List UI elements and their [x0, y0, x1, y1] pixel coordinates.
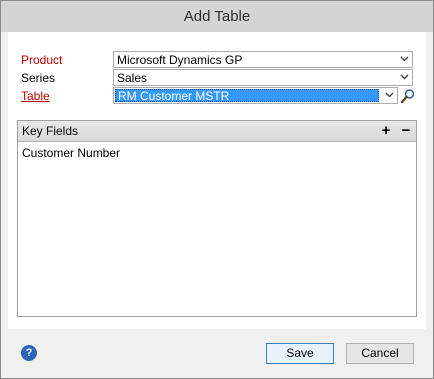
key-fields-header: Key Fields + −	[18, 121, 416, 142]
remove-key-field-button[interactable]: −	[399, 122, 413, 139]
product-dropdown[interactable]: Microsoft Dynamics GP	[113, 51, 413, 68]
table-value: RM Customer MSTR	[115, 89, 379, 103]
magnifier-icon	[400, 88, 415, 103]
chevron-down-icon[interactable]	[398, 52, 410, 67]
help-icon[interactable]: ?	[21, 345, 37, 361]
cancel-button[interactable]: Cancel	[346, 343, 414, 364]
table-lookup-button[interactable]	[400, 87, 416, 104]
series-row: Series Sales	[21, 69, 416, 86]
chevron-down-icon[interactable]	[383, 88, 395, 103]
table-label-link[interactable]: Table	[21, 89, 50, 103]
key-fields-panel: Key Fields + − Customer Number	[17, 120, 417, 317]
series-value: Sales	[117, 71, 148, 85]
table-row: Table RM Customer MSTR	[21, 87, 416, 104]
chevron-down-icon[interactable]	[398, 70, 410, 85]
save-button[interactable]: Save	[266, 343, 334, 364]
add-key-field-button[interactable]: +	[379, 122, 393, 139]
product-row: Product Microsoft Dynamics GP	[21, 51, 416, 68]
key-fields-title: Key Fields	[22, 124, 79, 138]
add-table-dialog: Add Table Product Microsoft Dynamics GP …	[0, 0, 434, 379]
product-label: Product	[21, 53, 63, 67]
window-title: Add Table	[1, 1, 433, 32]
dialog-content: Product Microsoft Dynamics GP Series Sal…	[8, 32, 426, 329]
series-label: Series	[21, 71, 56, 85]
table-dropdown[interactable]: RM Customer MSTR	[113, 87, 398, 104]
series-dropdown[interactable]: Sales	[113, 69, 413, 86]
list-item[interactable]: Customer Number	[22, 146, 120, 160]
product-value: Microsoft Dynamics GP	[117, 53, 243, 67]
